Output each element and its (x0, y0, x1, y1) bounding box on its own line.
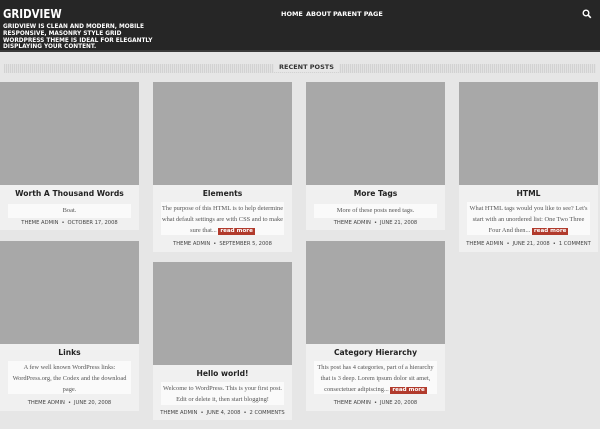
post-excerpt: Boat. (8, 204, 131, 218)
post-thumbnail[interactable] (0, 82, 139, 185)
post-date[interactable]: JUNE 20, 2008 (380, 400, 417, 406)
post-thumbnail[interactable] (0, 241, 139, 344)
read-more-button[interactable]: read more (218, 228, 255, 235)
search-icon[interactable] (582, 9, 592, 19)
post-meta: THEME ADMIN • JUNE 20, 2008 (306, 400, 445, 406)
post-author[interactable]: THEME ADMIN (173, 241, 210, 247)
post-date[interactable]: JUNE 4, 2008 (207, 410, 241, 416)
post-excerpt: Welcome to WordPress. This is your first… (161, 382, 284, 405)
post-thumbnail[interactable] (306, 241, 445, 344)
post-date[interactable]: JUNE 21, 2008 (513, 241, 550, 247)
read-more-button[interactable]: read more (390, 387, 427, 394)
post-card: Worth A Thousand Words Boat. THEME ADMIN… (0, 82, 139, 230)
post-date[interactable]: SEPTEMBER 5, 2008 (219, 241, 272, 247)
nav-item-home[interactable]: HOME (281, 10, 303, 18)
post-thumbnail[interactable] (153, 82, 292, 185)
post-card: HTML What HTML tags would you like to se… (459, 82, 598, 252)
post-meta: THEME ADMIN • JUNE 4, 2008 • 2 COMMENTS (153, 410, 292, 416)
meta-separator: • (506, 241, 510, 247)
post-card: Elements The purpose of this HTML is to … (153, 82, 292, 252)
post-author[interactable]: THEME ADMIN (28, 400, 65, 406)
post-card: Links A few well known WordPress links: … (0, 241, 139, 411)
meta-separator: • (67, 400, 71, 406)
meta-separator: • (373, 220, 377, 226)
post-card: More Tags More of these posts need tags.… (306, 82, 445, 230)
post-title[interactable]: Hello world! (153, 369, 292, 378)
post-meta: THEME ADMIN • OCTOBER 17, 2008 (0, 220, 139, 226)
post-author[interactable]: THEME ADMIN (160, 410, 197, 416)
post-author[interactable]: THEME ADMIN (334, 400, 371, 406)
post-title[interactable]: Elements (153, 189, 292, 198)
post-title[interactable]: Links (0, 348, 139, 357)
post-date[interactable]: JUNE 21, 2008 (380, 220, 417, 226)
meta-separator: • (61, 220, 65, 226)
read-more-button[interactable]: read more (531, 228, 569, 235)
post-thumbnail[interactable] (459, 82, 598, 185)
post-author[interactable]: THEME ADMIN (21, 220, 58, 226)
post-title[interactable]: Worth A Thousand Words (0, 189, 139, 198)
post-title[interactable]: Category Hierarchy (306, 348, 445, 357)
post-excerpt-text: What HTML tags would you like to see? Le… (469, 205, 588, 234)
post-meta: THEME ADMIN • JUNE 20, 2008 (0, 400, 139, 406)
post-meta: THEME ADMIN • JUNE 21, 2008 • 1 COMMENT (459, 241, 598, 247)
post-card: Hello world! Welcome to WordPress. This … (153, 262, 292, 420)
site-header: GRIDVIEW GRIDVIEW IS CLEAN AND MODERN, M… (0, 0, 600, 50)
meta-separator: • (552, 241, 556, 247)
meta-separator: • (243, 410, 247, 416)
section-title: RECENT POSTS (274, 62, 339, 72)
post-meta: THEME ADMIN • SEPTEMBER 5, 2008 (153, 241, 292, 247)
header-border (0, 50, 600, 52)
post-title[interactable]: More Tags (306, 189, 445, 198)
post-date[interactable]: OCTOBER 17, 2008 (68, 220, 118, 226)
nav-item-parent-page[interactable]: PARENT PAGE (333, 10, 383, 18)
post-comments-link[interactable]: 1 COMMENT (559, 241, 591, 247)
post-excerpt: More of these posts need tags. (314, 204, 437, 218)
post-thumbnail[interactable] (306, 82, 445, 185)
post-date[interactable]: JUNE 20, 2008 (74, 400, 111, 406)
nav-item-about[interactable]: ABOUT (306, 10, 331, 18)
post-title[interactable]: HTML (459, 189, 598, 198)
post-author[interactable]: THEME ADMIN (466, 241, 503, 247)
post-author[interactable]: THEME ADMIN (334, 220, 371, 226)
post-excerpt: A few well known WordPress links: WordPr… (8, 361, 131, 394)
post-excerpt: The purpose of this HTML is to help dete… (161, 202, 284, 235)
meta-separator: • (200, 410, 204, 416)
post-meta: THEME ADMIN • JUNE 21, 2008 (306, 220, 445, 226)
main-nav: HOME ABOUT PARENT PAGE (0, 10, 600, 22)
meta-separator: • (373, 400, 377, 406)
meta-separator: • (213, 241, 217, 247)
site-description: GRIDVIEW IS CLEAN AND MODERN, MOBILE RES… (3, 24, 153, 51)
post-thumbnail[interactable] (153, 262, 292, 365)
post-excerpt: What HTML tags would you like to see? Le… (467, 202, 590, 235)
post-comments-link[interactable]: 2 COMMENTS (250, 410, 285, 416)
post-card: Category Hierarchy This post has 4 categ… (306, 241, 445, 411)
post-excerpt: This post has 4 categories, part of a hi… (314, 361, 437, 394)
